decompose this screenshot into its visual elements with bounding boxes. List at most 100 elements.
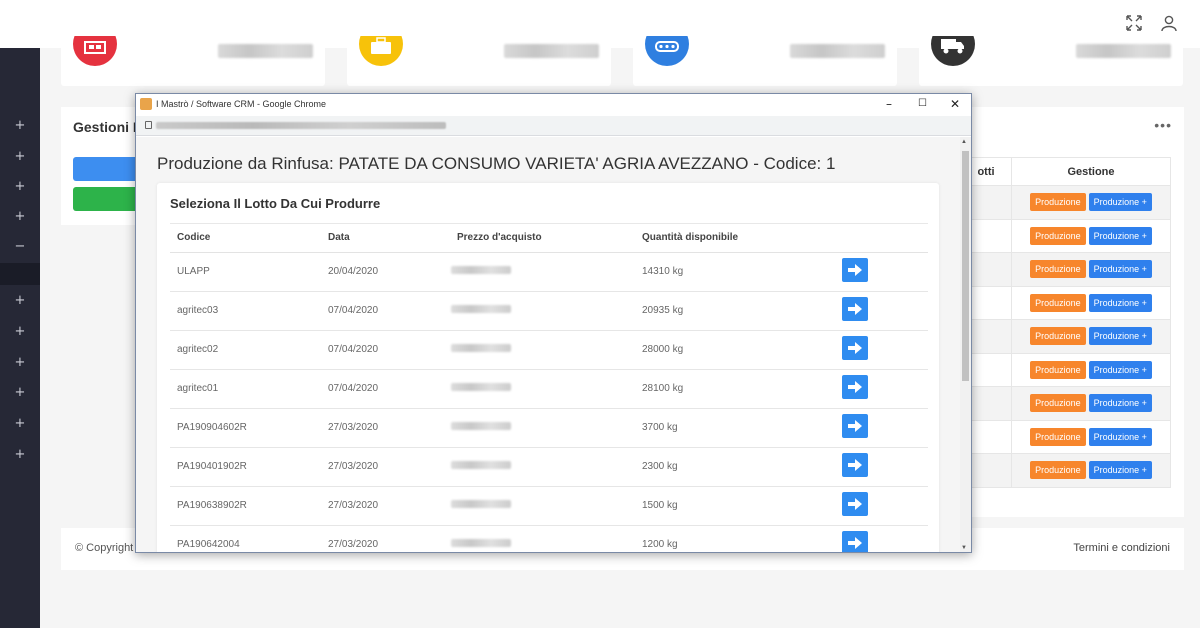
produzione-button[interactable]: Produzione: [1030, 427, 1086, 446]
arrow-right-icon: [848, 459, 862, 471]
cell-data: 07/04/2020: [321, 330, 450, 370]
column-header-action: [835, 224, 928, 253]
popup-scrollbar[interactable]: ▲ ▼: [960, 137, 971, 552]
sidebar-expand-10[interactable]: +: [0, 414, 40, 434]
select-lot-button[interactable]: [842, 414, 868, 438]
table-row: PA190638902R 27/03/2020 1500 kg: [170, 486, 928, 526]
table-row: Produzione Produzione +: [960, 319, 1171, 354]
scroll-up-icon[interactable]: ▲: [961, 139, 967, 145]
cell-data: 07/04/2020: [321, 291, 450, 331]
select-lot-button[interactable]: [842, 375, 868, 399]
produzione-plus-button[interactable]: Produzione +: [1088, 461, 1152, 480]
lots-panel: ••• otti Gestione Produzione Produzione +…: [960, 107, 1184, 517]
briefcase-icon: [359, 36, 403, 66]
sidebar-expand-11[interactable]: +: [0, 445, 40, 465]
produzione-plus-button[interactable]: Produzione +: [1088, 327, 1152, 346]
table-row: agritec02 07/04/2020 28000 kg: [170, 330, 928, 370]
lots-table: otti Gestione Produzione Produzione + Pro…: [960, 157, 1171, 488]
close-icon[interactable]: ✕: [950, 97, 960, 111]
conveyor-icon: [645, 36, 689, 66]
produzione-button[interactable]: Produzione: [1030, 461, 1086, 480]
table-row: PA190904602R 27/03/2020 3700 kg: [170, 408, 928, 448]
table-row: ULAPP 20/04/2020 14310 kg: [170, 252, 928, 292]
table-row: Produzione Produzione +: [960, 386, 1171, 421]
price-blurred: [451, 539, 511, 547]
cell-quantita: 2300 kg: [635, 447, 835, 487]
sidebar-expand-9[interactable]: +: [0, 383, 40, 403]
column-header-quantita: Quantità disponibile: [635, 224, 835, 253]
price-blurred: [451, 500, 511, 508]
fullscreen-icon[interactable]: [1125, 14, 1145, 34]
more-options-icon[interactable]: •••: [1154, 117, 1172, 133]
produzione-button[interactable]: Produzione: [1030, 327, 1086, 346]
table-row: Produzione Produzione +: [960, 285, 1171, 320]
price-blurred: [451, 266, 511, 274]
produzione-button[interactable]: Produzione: [1030, 360, 1086, 379]
panel-action-button-green[interactable]: [73, 187, 141, 211]
user-icon[interactable]: [1160, 14, 1180, 34]
produzione-plus-button[interactable]: Produzione +: [1088, 226, 1152, 245]
cell-codice: PA190904602R: [170, 408, 321, 448]
produzione-button[interactable]: Produzione: [1030, 293, 1086, 312]
truck-icon: [931, 36, 975, 66]
select-lot-button[interactable]: [842, 453, 868, 477]
table-row: Produzione Produzione +: [960, 218, 1171, 253]
produzione-plus-button[interactable]: Produzione +: [1088, 260, 1152, 279]
scrollbar-thumb[interactable]: [962, 151, 969, 381]
arrow-right-icon: [848, 342, 862, 354]
produzione-plus-button[interactable]: Produzione +: [1088, 360, 1152, 379]
produzione-plus-button[interactable]: Produzione +: [1088, 193, 1152, 212]
sidebar-active-item[interactable]: [0, 263, 40, 285]
section-title: Seleziona Il Lotto Da Cui Produrre: [170, 196, 381, 211]
produzione-button[interactable]: Produzione: [1030, 394, 1086, 413]
price-blurred: [451, 305, 511, 313]
sidebar-expand-2[interactable]: +: [0, 147, 40, 167]
sidebar-expand-7[interactable]: +: [0, 322, 40, 342]
address-bar[interactable]: [136, 116, 971, 136]
popup-content: Produzione da Rinfusa: PATATE DA CONSUMO…: [136, 137, 960, 552]
scroll-down-icon[interactable]: ▼: [961, 545, 967, 551]
window-titlebar[interactable]: I Mastrò / Software CRM - Google Chrome …: [136, 94, 971, 116]
lot-selection-card: Seleziona Il Lotto Da Cui Produrre Codic…: [157, 183, 939, 552]
stat-value-blurred: [790, 44, 885, 58]
table-row: Produzione Produzione +: [960, 185, 1171, 220]
panel-title: Gestioni R: [73, 119, 144, 135]
cell-quantita: 28000 kg: [635, 330, 835, 370]
window-title: I Mastrò / Software CRM - Google Chrome: [156, 99, 327, 109]
select-lot-button[interactable]: [842, 297, 868, 321]
produzione-button[interactable]: Produzione: [1030, 260, 1086, 279]
produzione-plus-button[interactable]: Produzione +: [1088, 394, 1152, 413]
select-lot-button[interactable]: [842, 258, 868, 282]
sidebar-collapse-5[interactable]: −: [0, 237, 40, 257]
sidebar: + + + + − + + + + + +: [0, 48, 40, 628]
minimize-icon[interactable]: –: [886, 97, 892, 111]
cell-data: 20/04/2020: [321, 252, 450, 292]
sidebar-expand-3[interactable]: +: [0, 177, 40, 197]
sidebar-expand-4[interactable]: +: [0, 207, 40, 227]
produzione-plus-button[interactable]: Produzione +: [1088, 427, 1152, 446]
arrow-right-icon: [848, 537, 862, 549]
terms-link[interactable]: Termini e condizioni: [1073, 542, 1170, 554]
url-blurred: [156, 122, 446, 129]
produzione-button[interactable]: Produzione: [1030, 226, 1086, 245]
produzione-plus-button[interactable]: Produzione +: [1088, 293, 1152, 312]
price-blurred: [451, 344, 511, 352]
select-lot-button[interactable]: [842, 492, 868, 516]
panel-action-button-blue[interactable]: [73, 157, 141, 181]
select-lot-button[interactable]: [842, 531, 868, 552]
sidebar-expand-6[interactable]: +: [0, 291, 40, 311]
sidebar-expand-8[interactable]: +: [0, 353, 40, 373]
sidebar-expand-1[interactable]: +: [0, 116, 40, 136]
price-blurred: [451, 461, 511, 469]
popup-window: I Mastrò / Software CRM - Google Chrome …: [135, 93, 972, 553]
stat-value-blurred: [504, 44, 599, 58]
cell-quantita: 3700 kg: [635, 408, 835, 448]
lot-table: Codice Data Prezzo d'acquisto Quantità d…: [170, 224, 928, 552]
produzione-button[interactable]: Produzione: [1030, 193, 1086, 212]
maximize-icon[interactable]: ☐: [918, 98, 927, 109]
column-header-prezzo: Prezzo d'acquisto: [450, 224, 635, 253]
page-title: Produzione da Rinfusa: PATATE DA CONSUMO…: [157, 154, 836, 173]
cell-data: 27/03/2020: [321, 525, 450, 552]
cell-data: 27/03/2020: [321, 486, 450, 526]
select-lot-button[interactable]: [842, 336, 868, 360]
